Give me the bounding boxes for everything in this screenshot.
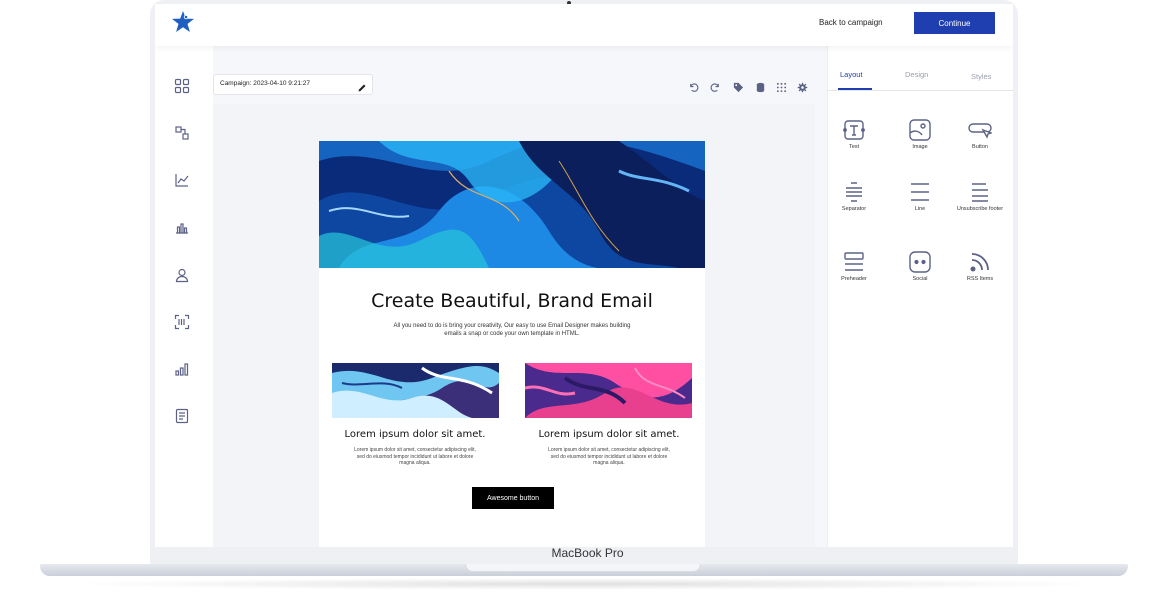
email-preview: Create Beautiful, Brand Email All you ne… xyxy=(319,141,705,547)
dashboard-grid-icon[interactable] xyxy=(174,78,190,94)
column-1-body: Lorem ipsum dolor sit amet, consectetur … xyxy=(354,447,476,466)
undo-icon[interactable] xyxy=(688,80,699,92)
button-block-icon xyxy=(968,123,992,139)
left-nav-rail xyxy=(155,46,213,547)
pencil-edit-icon[interactable] xyxy=(357,80,367,92)
document-icon[interactable] xyxy=(174,408,190,424)
email-headline: Create Beautiful, Brand Email xyxy=(371,290,653,312)
tab-styles[interactable]: Styles xyxy=(971,72,991,81)
widget-social[interactable]: Social xyxy=(894,250,946,283)
line-block-icon xyxy=(911,183,929,201)
widget-line[interactable]: Line xyxy=(894,180,946,213)
column-2-heading: Lorem ipsum dolor sit amet. xyxy=(538,429,680,440)
top-bar: Back to campaign Continue xyxy=(155,4,1013,46)
laptop-shadow xyxy=(60,578,1110,590)
signal-bars-icon[interactable] xyxy=(174,361,190,377)
widget-social-label: Social xyxy=(912,276,928,282)
contacts-user-icon[interactable] xyxy=(174,267,190,283)
laptop-mockup: Back to campaign Continue Campaign: 2023… xyxy=(0,0,1175,594)
text-block-icon xyxy=(843,120,865,140)
tab-layout[interactable]: Layout xyxy=(840,70,863,79)
widget-image-label: Image xyxy=(912,144,928,150)
tag-icon[interactable] xyxy=(733,80,744,93)
column-2-body: Lorem ipsum dolor sit amet, consectetur … xyxy=(548,447,670,466)
preheader-block-icon xyxy=(844,252,864,271)
column-1-heading: Lorem ipsum dolor sit amet. xyxy=(344,429,486,440)
widget-separator[interactable]: Separator xyxy=(828,180,880,213)
rss-block-icon xyxy=(970,253,989,272)
widget-rss-items-label: RSS Items xyxy=(966,276,994,282)
app-screen: Back to campaign Continue Campaign: 2023… xyxy=(155,4,1013,547)
apps-grid-icon[interactable] xyxy=(776,80,787,93)
widget-unsubscribe-footer[interactable]: Unsubscribe footer xyxy=(954,180,1006,213)
tab-design[interactable]: Design xyxy=(905,70,928,79)
bar-chart-icon[interactable] xyxy=(174,219,190,235)
widget-separator-label: Separator xyxy=(841,206,867,212)
database-icon[interactable] xyxy=(755,80,766,93)
scan-barcode-icon[interactable] xyxy=(174,314,190,330)
image-block-icon xyxy=(909,119,931,141)
awesome-button[interactable]: Awesome button xyxy=(472,487,554,509)
tab-divider xyxy=(828,90,1013,91)
redo-icon[interactable] xyxy=(710,80,721,92)
campaign-name-text: Campaign: 2023-04-10 9:21:27 xyxy=(220,80,310,87)
email-subtitle: All you need to do is bring your creativ… xyxy=(393,323,631,337)
campaign-name-field[interactable]: Campaign: 2023-04-10 9:21:27 xyxy=(213,74,373,95)
widget-preheader-label: Preheader xyxy=(841,276,867,282)
social-block-icon xyxy=(909,251,931,273)
separator-block-icon xyxy=(846,182,862,202)
unsubscribe-footer-icon xyxy=(972,183,988,202)
widget-button[interactable]: Button xyxy=(954,118,1006,151)
widget-text[interactable]: Text xyxy=(828,118,880,151)
widget-preheader[interactable]: Preheader xyxy=(828,250,880,283)
continue-button[interactable]: Continue xyxy=(914,12,995,34)
line-chart-icon[interactable] xyxy=(174,172,190,188)
workflow-icon[interactable] xyxy=(174,125,190,141)
blocks-panel: Layout Design Styles Text Image Button S… xyxy=(827,46,1013,547)
hero-image[interactable] xyxy=(319,141,705,268)
back-to-campaign-link[interactable]: Back to campaign xyxy=(819,18,883,27)
widget-button-label: Button xyxy=(972,144,988,150)
widget-line-label: Line xyxy=(914,206,926,212)
widget-rss-items[interactable]: RSS Items xyxy=(954,250,1006,283)
widget-image[interactable]: Image xyxy=(894,118,946,151)
column-2-image[interactable] xyxy=(525,363,692,418)
widget-text-label: Text xyxy=(848,144,860,150)
widget-unsubscribe-footer-label: Unsubscribe footer xyxy=(956,206,1004,212)
settings-gear-icon[interactable] xyxy=(797,80,808,93)
star-logo-icon xyxy=(171,10,195,34)
laptop-base-notch xyxy=(465,564,701,572)
device-model-label: MacBook Pro xyxy=(551,546,624,560)
column-1-image[interactable] xyxy=(332,363,499,418)
